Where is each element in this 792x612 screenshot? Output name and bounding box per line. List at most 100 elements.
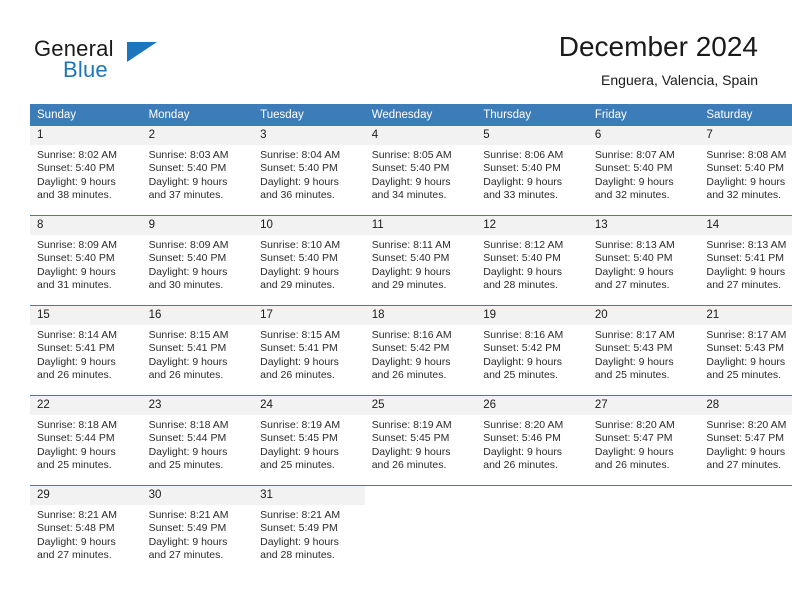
sunrise-text: Sunrise: 8:15 AM (148, 329, 229, 341)
sunset-text: Sunset: 5:40 PM (260, 162, 338, 175)
sunrise-text: Sunrise: 8:16 AM (371, 329, 452, 341)
calendar-day-cell[interactable]: 30 Sunrise: 8:21 AM Sunset: 5:49 PM Dayligh… (141, 485, 254, 575)
calendar-day-cell[interactable]: 31 Sunrise: 8:21 AM Sunset: 5:49 PM Dayligh… (253, 485, 365, 575)
calendar-day-cell[interactable]: 13 Sunrise: 8:13 AM Sunset: 5:40 PM Dayligh… (587, 215, 700, 306)
calendar-day-cell[interactable]: 16 Sunrise: 8:15 AM Sunset: 5:41 PM Dayligh… (141, 305, 254, 396)
calendar-day-cell[interactable]: 28 Sunrise: 8:20 AM Sunset: 5:47 PM Dayligh… (699, 395, 792, 486)
day-number: 28 (699, 396, 792, 415)
daylight-text-line2: and 26 minutes. (594, 459, 670, 472)
sunset-text: Sunset: 5:40 PM (37, 252, 115, 265)
sunrise-text: Sunrise: 8:02 AM (37, 149, 117, 161)
sunset-text: Sunset: 5:45 PM (371, 432, 450, 445)
calendar-day-cell[interactable]: 7 Sunrise: 8:08 AM Sunset: 5:40 PM Daylight… (699, 126, 792, 216)
sunrise-text: Sunrise: 8:17 AM (706, 329, 787, 341)
daylight-text-line1: Daylight: 9 hours (706, 265, 786, 278)
day-number-blank (364, 486, 477, 505)
calendar-day-cell[interactable]: 20 Sunrise: 8:17 AM Sunset: 5:43 PM Dayligh… (587, 305, 700, 396)
day-number: 16 (141, 306, 254, 325)
day-number: 11 (364, 216, 477, 235)
day-number-blank (587, 486, 700, 505)
sunset-text: Sunset: 5:40 PM (371, 252, 450, 265)
calendar-day-cell[interactable]: 12 Sunrise: 8:12 AM Sunset: 5:40 PM Dayligh… (476, 215, 588, 306)
calendar-day-cell[interactable]: 29 Sunrise: 8:21 AM Sunset: 5:48 PM Dayligh… (30, 485, 142, 575)
day-details: Sunrise: 8:05 AM Sunset: 5:40 PM Daylight:… (365, 145, 477, 203)
calendar-day-cell[interactable]: 11 Sunrise: 8:11 AM Sunset: 5:40 PM Dayligh… (364, 215, 477, 306)
daylight-text-line2: and 38 minutes. (37, 189, 112, 202)
calendar-day-cell[interactable]: 21 Sunrise: 8:17 AM Sunset: 5:43 PM Dayligh… (699, 305, 792, 396)
day-details: Sunrise: 8:13 AM Sunset: 5:41 PM Daylight:… (699, 235, 792, 293)
calendar-day-cell[interactable]: 22 Sunrise: 8:18 AM Sunset: 5:44 PM Dayligh… (30, 395, 142, 486)
daylight-text-line2: and 27 minutes. (594, 279, 670, 292)
day-number: 1 (30, 126, 142, 145)
day-number: 18 (364, 306, 477, 325)
daylight-text-line1: Daylight: 9 hours (483, 445, 563, 458)
calendar-day-cell[interactable]: 17 Sunrise: 8:15 AM Sunset: 5:41 PM Dayligh… (253, 305, 365, 396)
calendar-day-cell[interactable]: 1 Sunrise: 8:02 AM Sunset: 5:40 PM Daylight… (30, 126, 142, 216)
daylight-text-line1: Daylight: 9 hours (148, 355, 228, 368)
sunset-text: Sunset: 5:47 PM (706, 432, 785, 445)
calendar-day-cell[interactable]: 4 Sunrise: 8:05 AM Sunset: 5:40 PM Daylight… (364, 126, 477, 216)
calendar-day-cell[interactable]: 9 Sunrise: 8:09 AM Sunset: 5:40 PM Daylight… (141, 215, 254, 306)
calendar-day-cell[interactable]: 24 Sunrise: 8:19 AM Sunset: 5:45 PM Dayligh… (253, 395, 365, 486)
day-number: 12 (476, 216, 588, 235)
daylight-text-line2: and 29 minutes. (260, 279, 335, 292)
day-details: Sunrise: 8:20 AM Sunset: 5:46 PM Daylight:… (476, 415, 588, 473)
sunset-text: Sunset: 5:46 PM (483, 432, 561, 445)
sunrise-text: Sunrise: 8:19 AM (260, 419, 341, 431)
calendar-day-cell[interactable]: 19 Sunrise: 8:16 AM Sunset: 5:42 PM Dayligh… (476, 305, 588, 396)
calendar-day-cell[interactable]: 14 Sunrise: 8:13 AM Sunset: 5:41 PM Dayligh… (699, 215, 792, 306)
calendar-day-cell[interactable]: 8 Sunrise: 8:09 AM Sunset: 5:40 PM Daylight… (30, 215, 142, 306)
day-number: 7 (699, 126, 792, 145)
day-details: Sunrise: 8:15 AM Sunset: 5:41 PM Daylight:… (142, 325, 254, 383)
daylight-text-line2: and 34 minutes. (371, 189, 447, 202)
day-number-blank (699, 486, 792, 505)
day-details: Sunrise: 8:03 AM Sunset: 5:40 PM Daylight:… (142, 145, 254, 203)
calendar-day-cell-empty (476, 485, 588, 575)
daylight-text-line1: Daylight: 9 hours (483, 265, 563, 278)
day-details: Sunrise: 8:17 AM Sunset: 5:43 PM Daylight:… (588, 325, 700, 383)
daylight-text-line1: Daylight: 9 hours (148, 535, 228, 548)
sunset-text: Sunset: 5:45 PM (260, 432, 338, 445)
calendar-day-cell[interactable]: 2 Sunrise: 8:03 AM Sunset: 5:40 PM Daylight… (141, 126, 254, 216)
sunset-text: Sunset: 5:49 PM (260, 522, 338, 535)
calendar-day-cell[interactable]: 5 Sunrise: 8:06 AM Sunset: 5:40 PM Daylight… (476, 126, 588, 216)
calendar-page: General Blue December 2024 Enguera, Vale… (0, 0, 792, 612)
sunrise-text: Sunrise: 8:20 AM (594, 419, 675, 431)
daylight-text-line1: Daylight: 9 hours (260, 445, 339, 458)
day-details: Sunrise: 8:19 AM Sunset: 5:45 PM Daylight:… (253, 415, 365, 473)
sunset-text: Sunset: 5:40 PM (483, 162, 561, 175)
weekday-header-row: Sunday Monday Tuesday Wednesday Thursday… (30, 104, 792, 126)
day-details: Sunrise: 8:02 AM Sunset: 5:40 PM Daylight:… (30, 145, 142, 203)
sunset-text: Sunset: 5:40 PM (148, 162, 227, 175)
calendar-day-cell[interactable]: 18 Sunrise: 8:16 AM Sunset: 5:42 PM Dayligh… (364, 305, 477, 396)
day-details: Sunrise: 8:14 AM Sunset: 5:41 PM Daylight:… (30, 325, 142, 383)
daylight-text-line2: and 29 minutes. (371, 279, 447, 292)
sunrise-text: Sunrise: 8:09 AM (148, 239, 229, 251)
calendar-day-cell[interactable]: 27 Sunrise: 8:20 AM Sunset: 5:47 PM Dayligh… (587, 395, 700, 486)
calendar-day-cell[interactable]: 25 Sunrise: 8:19 AM Sunset: 5:45 PM Dayligh… (364, 395, 477, 486)
daylight-text-line2: and 27 minutes. (37, 549, 112, 562)
day-details: Sunrise: 8:11 AM Sunset: 5:40 PM Daylight:… (365, 235, 477, 293)
daylight-text-line1: Daylight: 9 hours (706, 445, 786, 458)
calendar-day-cell[interactable]: 26 Sunrise: 8:20 AM Sunset: 5:46 PM Dayligh… (476, 395, 588, 486)
calendar-day-cell[interactable]: 6 Sunrise: 8:07 AM Sunset: 5:40 PM Daylight… (587, 126, 700, 216)
day-number-blank (476, 486, 588, 505)
day-details: Sunrise: 8:16 AM Sunset: 5:42 PM Daylight:… (365, 325, 477, 383)
weekday-header-sunday: Sunday (30, 104, 142, 126)
sunrise-text: Sunrise: 8:18 AM (37, 419, 117, 431)
daylight-text-line2: and 27 minutes. (706, 279, 782, 292)
daylight-text-line1: Daylight: 9 hours (260, 265, 339, 278)
sunrise-text: Sunrise: 8:18 AM (148, 419, 229, 431)
calendar-day-cell[interactable]: 23 Sunrise: 8:18 AM Sunset: 5:44 PM Dayligh… (141, 395, 254, 486)
daylight-text-line1: Daylight: 9 hours (483, 355, 563, 368)
calendar-day-cell[interactable]: 3 Sunrise: 8:04 AM Sunset: 5:40 PM Daylight… (253, 126, 365, 216)
sunset-text: Sunset: 5:44 PM (37, 432, 115, 445)
calendar-day-cell[interactable]: 10 Sunrise: 8:10 AM Sunset: 5:40 PM Dayligh… (253, 215, 365, 306)
daylight-text-line2: and 33 minutes. (483, 189, 558, 202)
sunset-text: Sunset: 5:40 PM (260, 252, 338, 265)
day-number: 19 (476, 306, 588, 325)
calendar-day-cell[interactable]: 15 Sunrise: 8:14 AM Sunset: 5:41 PM Dayligh… (30, 305, 142, 396)
sunset-text: Sunset: 5:43 PM (594, 342, 673, 355)
brand-logo[interactable]: General Blue (34, 36, 254, 86)
daylight-text-line2: and 25 minutes. (594, 369, 670, 382)
